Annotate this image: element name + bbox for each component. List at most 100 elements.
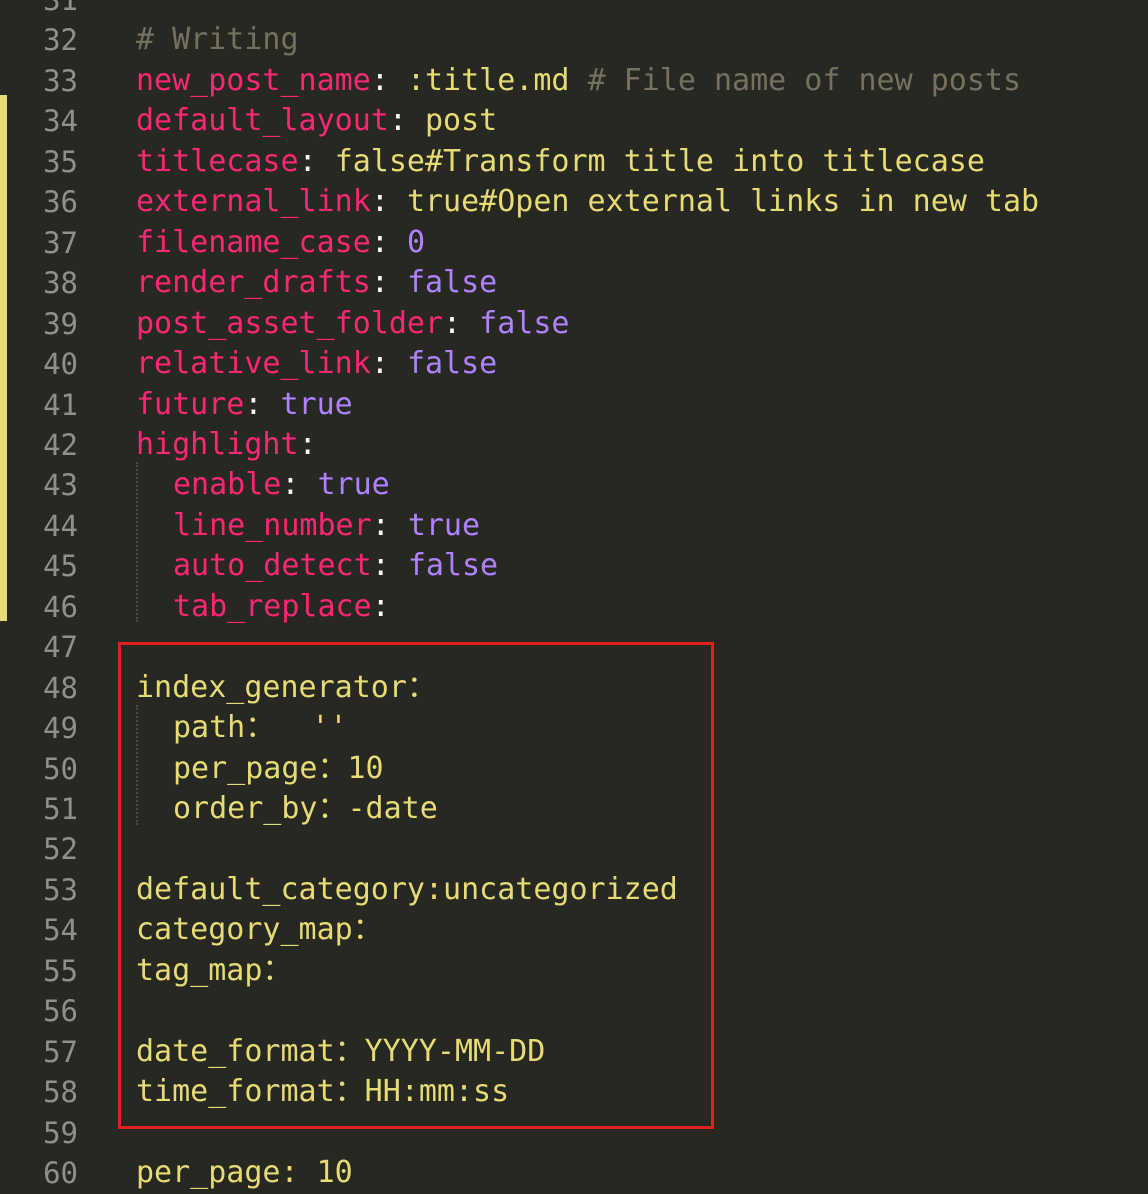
code-line[interactable]: 42 highlight: xyxy=(0,425,1148,466)
line-code: future: true xyxy=(136,385,353,426)
line-code: external_link: true#Open external links … xyxy=(136,182,1039,223)
line-number: 47 xyxy=(43,630,78,665)
code-token: auto_detect xyxy=(173,548,372,584)
line-number: 31 xyxy=(43,0,78,17)
code-token: : xyxy=(370,265,407,301)
line-number: 58 xyxy=(43,1075,78,1110)
line-number: 43 xyxy=(43,468,78,503)
code-line[interactable]: 44 line_number: true xyxy=(0,506,1148,547)
line-code: titlecase: false#Transform title into ti… xyxy=(136,142,985,183)
line-number: 41 xyxy=(43,387,78,422)
code-line[interactable]: 46 tab_replace: xyxy=(0,587,1148,628)
code-line[interactable]: 33 new_post_name: :title.md # File name o… xyxy=(0,61,1148,102)
code-token: highlight xyxy=(136,426,299,462)
code-token: new_post_name xyxy=(136,62,371,98)
line-code: tab_replace: xyxy=(173,587,390,628)
highlight-annotation-box xyxy=(118,642,714,1129)
code-token: true xyxy=(407,507,481,543)
code-token: : xyxy=(443,305,480,341)
code-token: enable xyxy=(173,467,282,503)
code-token: per_page: 10 xyxy=(136,1155,353,1191)
code-token: titlecase xyxy=(136,143,299,179)
line-number: 35 xyxy=(43,144,78,179)
line-number: 60 xyxy=(43,1156,78,1191)
code-token: :title.md xyxy=(406,62,588,98)
code-line[interactable]: 43 enable: true xyxy=(0,465,1148,506)
line-code: line_number: true xyxy=(173,506,480,547)
code-token: : xyxy=(371,588,390,624)
line-code: post_asset_folder: false xyxy=(136,304,569,345)
code-editor[interactable]: 31 32 # Writing 33 new_post_name: :title.md … xyxy=(0,0,1148,1190)
code-token: true#Open external links in new tab xyxy=(406,184,1040,220)
code-line[interactable]: 35 titlecase: false#Transform title into … xyxy=(0,142,1148,183)
code-line[interactable]: 39 post_asset_folder: false xyxy=(0,304,1148,345)
line-number: 51 xyxy=(43,792,78,826)
code-token: # File name of new posts xyxy=(587,62,1022,98)
line-code: new_post_name: :title.md # File name of … xyxy=(136,61,1021,102)
code-token: relative_link xyxy=(136,346,371,382)
code-token: false xyxy=(406,265,498,301)
code-token: true xyxy=(317,467,390,503)
code-token: : xyxy=(371,548,408,584)
line-number: 53 xyxy=(43,872,78,907)
code-token: : xyxy=(371,507,408,543)
line-number: 36 xyxy=(43,185,78,220)
code-token: default_layout xyxy=(136,103,389,139)
line-number: 34 xyxy=(43,104,78,139)
code-token: : xyxy=(388,103,425,139)
line-code: render_drafts: false xyxy=(136,263,497,304)
code-token: false xyxy=(479,305,570,341)
code-line[interactable]: 32 # Writing xyxy=(0,20,1148,61)
code-token: # Writing xyxy=(136,22,299,58)
code-token: true xyxy=(280,386,353,422)
code-line[interactable]: 37 filename_case: 0 xyxy=(0,223,1148,264)
line-number: 54 xyxy=(43,913,78,948)
code-token: false xyxy=(407,548,499,584)
line-number: 40 xyxy=(43,347,78,382)
code-token: line_number xyxy=(173,507,372,543)
line-code: relative_link: false xyxy=(136,344,497,385)
code-token: : xyxy=(298,143,335,179)
line-number: 45 xyxy=(43,549,78,584)
code-token: tab_replace xyxy=(173,588,372,624)
code-line[interactable]: 34 default_layout: post xyxy=(0,101,1148,142)
line-code: default_layout: post xyxy=(136,101,497,142)
code-line[interactable]: 60 per_page: 10 xyxy=(0,1153,1148,1194)
code-token: 0 xyxy=(406,224,425,260)
code-token: post xyxy=(425,103,498,139)
code-token: : xyxy=(370,224,407,260)
code-line[interactable]: 36 external_link: true#Open external link… xyxy=(0,182,1148,223)
line-number: 38 xyxy=(43,266,78,301)
line-number: 56 xyxy=(43,994,78,1029)
line-number: 57 xyxy=(43,1034,78,1069)
line-code: enable: true xyxy=(173,465,390,506)
line-number: 52 xyxy=(43,832,78,867)
line-number: 55 xyxy=(43,953,78,988)
line-code: highlight: xyxy=(136,425,317,466)
code-line[interactable]: 45 auto_detect: false xyxy=(0,546,1148,587)
line-number: 46 xyxy=(43,589,78,624)
line-code: filename_case: 0 xyxy=(136,223,425,264)
code-token: false xyxy=(406,346,498,382)
code-token: : xyxy=(370,346,407,382)
code-token: : xyxy=(370,184,407,220)
line-number: 37 xyxy=(43,225,78,260)
code-line[interactable]: 40 relative_link: false xyxy=(0,344,1148,385)
line-number: 59 xyxy=(43,1115,78,1150)
code-line[interactable]: 41 future: true xyxy=(0,385,1148,426)
code-token: post_asset_folder xyxy=(136,305,444,341)
code-token: : xyxy=(370,62,407,98)
line-number: 49 xyxy=(43,711,78,746)
code-line[interactable]: 31 xyxy=(0,0,1148,21)
line-number: 48 xyxy=(43,670,78,705)
code-token: external_link xyxy=(136,184,371,220)
line-number: 42 xyxy=(43,427,78,462)
line-number: 44 xyxy=(43,508,78,543)
code-token: filename_case xyxy=(136,224,371,260)
code-token: : xyxy=(244,386,281,422)
line-code: per_page: 10 xyxy=(136,1153,353,1194)
code-line[interactable]: 38 render_drafts: false xyxy=(0,263,1148,304)
code-token: future xyxy=(136,386,245,422)
code-token: : xyxy=(298,426,317,462)
line-number: 50 xyxy=(43,751,78,786)
